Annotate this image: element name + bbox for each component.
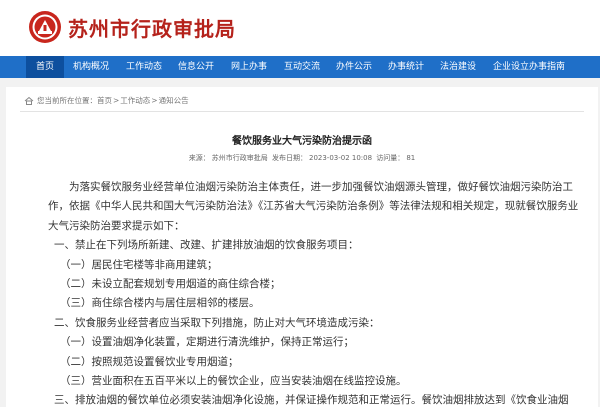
- main-nav: 首页 机构概况 工作动态 信息公开 网上办事 互动交流 办件公示 办事统计 法治…: [0, 56, 600, 78]
- article-source: 苏州市行政审批局: [211, 154, 268, 162]
- nav-item-service-stats[interactable]: 办事统计: [380, 56, 432, 78]
- breadcrumb: 您当前所在位置： 首页 > 工作动态 > 通知公告: [24, 95, 189, 106]
- article-panel: 您当前所在位置： 首页 > 工作动态 > 通知公告 餐饮服务业大气污染防治提示函…: [6, 87, 598, 407]
- article-views: 81: [406, 154, 416, 162]
- paragraph: （二）按照规范设置餐饮业专用烟道；: [60, 355, 239, 368]
- paragraph: （一）设置油烟净化装置，定期进行清洗维护，保持正常运行；: [60, 336, 354, 349]
- paragraph: 大气污染防治要求提示如下：: [48, 219, 185, 232]
- paragraph: （二）未设立配套规划专用烟道的商住综合楼；: [60, 278, 281, 291]
- site-title[interactable]: 苏州市行政审批局: [68, 13, 236, 42]
- breadcrumb-link-notices[interactable]: 通知公告: [159, 95, 189, 106]
- article-title: 餐饮服务业大气污染防治提示函: [232, 136, 372, 147]
- paragraph: （一）居民住宅楼等非商用建筑；: [60, 258, 218, 271]
- nav-item-business-guide[interactable]: 企业设立办事指南: [484, 56, 574, 78]
- nav-item-organization[interactable]: 机构概况: [64, 56, 118, 78]
- breadcrumb-separator: >: [113, 96, 120, 105]
- breadcrumb-divider: [20, 111, 584, 112]
- nav-item-online-service[interactable]: 网上办事: [222, 56, 276, 78]
- government-emblem-icon[interactable]: [28, 10, 62, 44]
- paragraph: 作，依据《中华人民共和国大气污染防治法》《江苏省大气污染防治条例》等法律法规和相…: [48, 200, 579, 213]
- paragraph: （三）商住综合楼内与居住层相邻的楼层。: [60, 297, 260, 310]
- breadcrumb-link-home[interactable]: 首页: [97, 95, 112, 106]
- views-label: 访问量：: [376, 154, 405, 162]
- paragraph: 三、排放油烟的餐饮单位必须安装油烟净化设施，并保证操作规范和正常运行。餐饮油烟排…: [54, 394, 569, 407]
- nav-item-info-disclosure[interactable]: 信息公开: [170, 56, 222, 78]
- nav-item-case-publicity[interactable]: 办件公示: [328, 56, 380, 78]
- paragraph: （三）营业面积在五百平米以上的餐饮企业，应当安装油烟在线监控设施。: [60, 375, 407, 388]
- site-header: 苏州市行政审批局: [0, 0, 600, 56]
- source-label: 来源：: [188, 154, 210, 162]
- breadcrumb-link-work-news[interactable]: 工作动态: [120, 95, 150, 106]
- article-date: 2023-03-02 10:08: [308, 154, 373, 162]
- date-label: 发布日期：: [271, 154, 307, 162]
- article-meta: 来源： 苏州市行政审批局 发布日期： 2023-03-02 10:08 访问量： 81: [6, 153, 598, 163]
- home-icon: [24, 96, 34, 105]
- paragraph: 一、禁止在下列场所新建、改建、扩建排放油烟的饮食服务项目：: [54, 239, 359, 252]
- article-body: 为落实餐饮服务业经营单位油烟污染防治主体责任，进一步加强餐饮油烟源头管理，做好餐…: [48, 178, 579, 407]
- nav-item-interaction[interactable]: 互动交流: [276, 56, 328, 78]
- nav-item-work-news[interactable]: 工作动态: [118, 56, 170, 78]
- paragraph: 为落实餐饮服务业经营单位油烟污染防治主体责任，进一步加强餐饮油烟源头管理，做好餐…: [69, 181, 573, 193]
- paragraph: 二、饮食服务业经营者应当采取下列措施，防止对大气环境造成污染：: [54, 316, 380, 329]
- breadcrumb-separator: >: [151, 96, 158, 105]
- nav-item-home[interactable]: 首页: [26, 56, 64, 78]
- nav-item-rule-of-law[interactable]: 法治建设: [432, 56, 484, 78]
- breadcrumb-prefix: 您当前所在位置：: [37, 96, 97, 105]
